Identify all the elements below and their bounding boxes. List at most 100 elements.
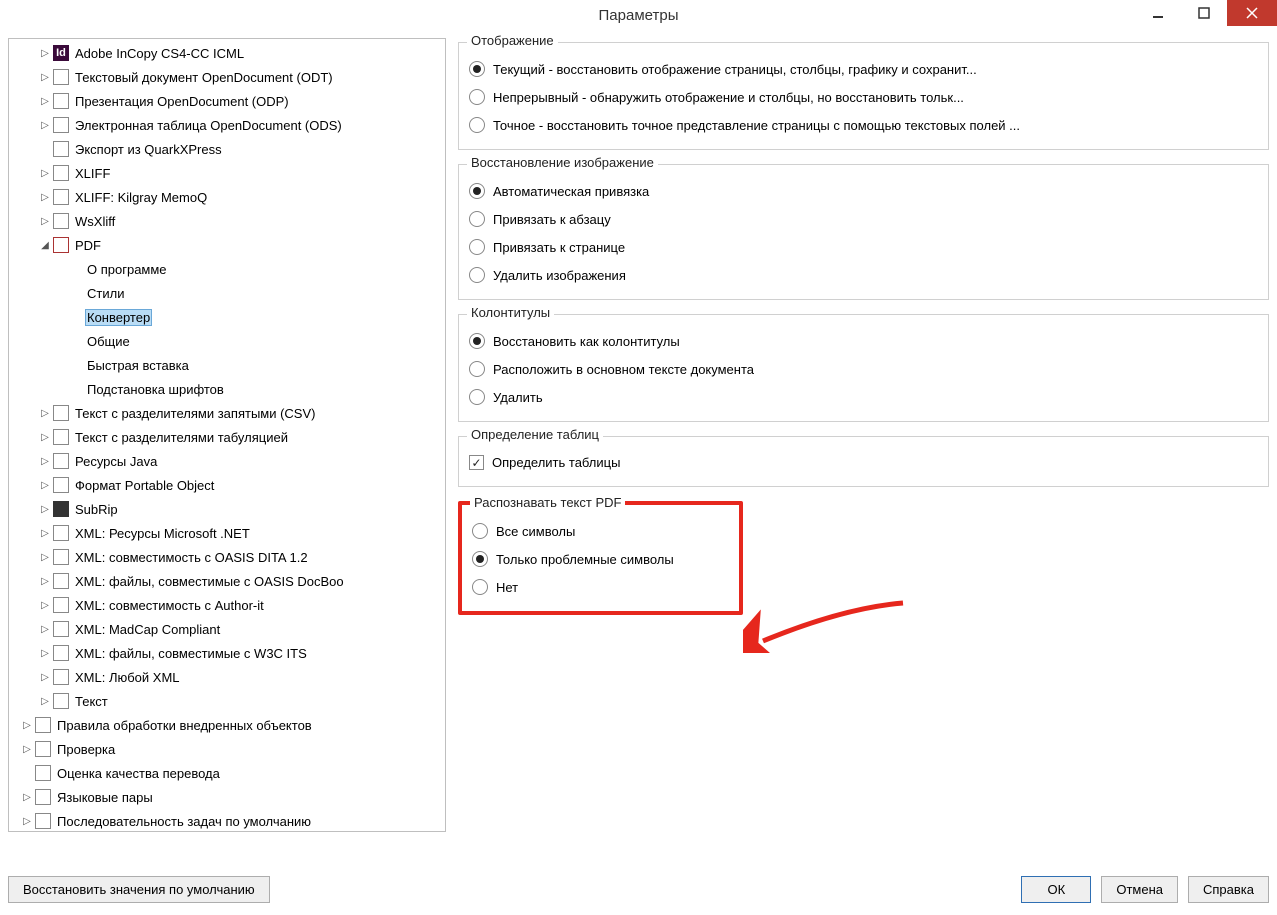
tree-item-csv[interactable]: ▷Текст с разделителями запятыми (CSV) (9, 401, 445, 425)
expander-icon: ▷ (39, 191, 51, 203)
radio-icon (469, 239, 485, 255)
tree-item-lang[interactable]: ▷Языковые пары (9, 785, 445, 809)
radio-icon (469, 333, 485, 349)
tree-item-xml-w3c[interactable]: ▷ XML: файлы, совместимые с W3C ITS (9, 641, 445, 665)
tree-item-pdf-conv[interactable]: Конвертер (9, 305, 445, 329)
tree-item-label: Оценка качества перевода (55, 765, 222, 782)
tree-item-ods[interactable]: ▷Электронная таблица OpenDocument (ODS) (9, 113, 445, 137)
tree-item-xml-madcap[interactable]: ▷XML: MadCap Compliant (9, 617, 445, 641)
radio-icon (472, 523, 488, 539)
radio-img-del[interactable]: Удалить изображения (469, 261, 1258, 289)
expander-icon: ▷ (39, 527, 51, 539)
expander-icon: ▷ (39, 551, 51, 563)
file-type-icon (53, 189, 69, 205)
maximize-button[interactable] (1181, 0, 1227, 26)
radio-disp-cont[interactable]: Непрерывный - обнаружить отображение и с… (469, 83, 1258, 111)
radio-ocr-prob[interactable]: Только проблемные символы (472, 545, 729, 573)
tree-item-pdf-styles[interactable]: Стили (9, 281, 445, 305)
radio-img-page[interactable]: Привязать к странице (469, 233, 1258, 261)
tree-item-qa[interactable]: Оценка качества перевода (9, 761, 445, 785)
file-type-icon (53, 573, 69, 589)
file-type-icon (53, 525, 69, 541)
group-images-legend: Восстановление изображение (467, 155, 658, 170)
tree-item-odp[interactable]: ▷Презентация OpenDocument (ODP) (9, 89, 445, 113)
tree-item-qxp[interactable]: Экспорт из QuarkXPress (9, 137, 445, 161)
titlebar: Параметры (0, 0, 1277, 30)
tree-item-label: XLIFF: Kilgray MemoQ (73, 189, 209, 206)
tree-item-java[interactable]: ▷Ресурсы Java (9, 449, 445, 473)
tree-item-check[interactable]: ▷Проверка (9, 737, 445, 761)
tree-item-label: XML: совместимость с Author-it (73, 597, 266, 614)
tree-item-label: Adobe InCopy CS4-CC ICML (73, 45, 246, 62)
file-type-icon (53, 69, 69, 85)
tree-item-xml-docbook[interactable]: ▷XML: файлы, совместимые с OASIS DocBoo (9, 569, 445, 593)
expander-icon: ◢ (39, 239, 51, 251)
radio-img-auto[interactable]: Автоматическая привязка (469, 177, 1258, 205)
close-button[interactable] (1227, 0, 1277, 26)
tree-item-xliff[interactable]: ▷XLIFF (9, 161, 445, 185)
radio-icon (469, 361, 485, 377)
radio-label: Только проблемные символы (496, 552, 674, 567)
tree-item-label: Презентация OpenDocument (ODP) (73, 93, 291, 110)
file-type-icon (53, 237, 69, 253)
file-type-icon (53, 597, 69, 613)
tree-item-rules[interactable]: ▷Правила обработки внедренных объектов (9, 713, 445, 737)
expander-icon: ▷ (21, 719, 33, 731)
tree-item-po[interactable]: ▷Формат Portable Object (9, 473, 445, 497)
tree-item-xml-net[interactable]: ▷XML: Ресурсы Microsoft .NET (9, 521, 445, 545)
tree-item-pdf-general[interactable]: Общие (9, 329, 445, 353)
window-controls (1135, 0, 1277, 26)
radio-disp-exact[interactable]: Точное - восстановить точное представлен… (469, 111, 1258, 139)
group-display-legend: Отображение (467, 33, 558, 48)
radio-hdr-body[interactable]: Расположить в основном тексте документа (469, 355, 1258, 383)
expander-icon: ▷ (39, 167, 51, 179)
expander-icon (71, 287, 83, 299)
file-type-icon (53, 429, 69, 445)
radio-icon (469, 267, 485, 283)
tree-item-label: Экспорт из QuarkXPress (73, 141, 224, 158)
file-type-icon (53, 165, 69, 181)
help-button[interactable]: Справка (1188, 876, 1269, 903)
expander-icon (21, 767, 33, 779)
tree-item-xml-dita[interactable]: ▷ XML: совместимость с OASIS DITA 1.2 (9, 545, 445, 569)
tree-item-label: Текстовый документ OpenDocument (ODT) (73, 69, 335, 86)
file-type-icon (53, 549, 69, 565)
tree-item-pdf-about[interactable]: О программе (9, 257, 445, 281)
tree-item-xml-any[interactable]: ▷XML: Любой XML (9, 665, 445, 689)
group-tables-legend: Определение таблиц (467, 427, 603, 442)
tree-item-odt[interactable]: ▷Текстовый документ OpenDocument (ODT) (9, 65, 445, 89)
tree-item-label: Стили (85, 285, 126, 302)
expander-icon: ▷ (39, 647, 51, 659)
cancel-button[interactable]: Отмена (1101, 876, 1178, 903)
radio-hdr-restore[interactable]: Восстановить как колонтитулы (469, 327, 1258, 355)
tree-item-tsv[interactable]: ▷Текст с разделителями табуляцией (9, 425, 445, 449)
tree-item-label: XML: файлы, совместимые с W3C ITS (73, 645, 309, 662)
tree-item-subrip[interactable]: ▷SubRip (9, 497, 445, 521)
file-type-icon (35, 789, 51, 805)
ok-button[interactable]: ОК (1021, 876, 1091, 903)
check-detect-tables[interactable]: ✓ Определить таблицы (469, 449, 1258, 476)
tree-scroll[interactable]: ▷IdAdobe InCopy CS4-CC ICML▷Текстовый до… (9, 39, 445, 831)
expander-icon (71, 335, 83, 347)
radio-img-para[interactable]: Привязать к абзацу (469, 205, 1258, 233)
tree-item-memoq[interactable]: ▷ XLIFF: Kilgray MemoQ (9, 185, 445, 209)
tree-item-pdf-fonts[interactable]: Подстановка шрифтов (9, 377, 445, 401)
radio-hdr-del[interactable]: Удалить (469, 383, 1258, 411)
radio-disp-cur[interactable]: Текущий - восстановить отображение стран… (469, 55, 1258, 83)
tree-item-wsxliff[interactable]: ▷WsXliff (9, 209, 445, 233)
tree-item-xml-authorit[interactable]: ▷XML: совместимость с Author-it (9, 593, 445, 617)
radio-label: Непрерывный - обнаружить отображение и с… (493, 90, 964, 105)
tree-item-pdf[interactable]: ◢PDF (9, 233, 445, 257)
tree-item-label: Текст с разделителями табуляцией (73, 429, 290, 446)
minimize-button[interactable] (1135, 0, 1181, 26)
tree-item-pdf-quick[interactable]: Быстрая вставка (9, 353, 445, 377)
file-type-icon (35, 717, 51, 733)
tree-item-text[interactable]: ▷Текст (9, 689, 445, 713)
radio-ocr-no[interactable]: Нет (472, 573, 729, 601)
tree-item-seq[interactable]: ▷Последовательность задач по умолчанию (9, 809, 445, 831)
radio-icon (469, 183, 485, 199)
tree-item-icml[interactable]: ▷IdAdobe InCopy CS4-CC ICML (9, 41, 445, 65)
radio-ocr-all[interactable]: Все символы (472, 517, 729, 545)
tree-item-label: XML: совместимость с OASIS DITA 1.2 (73, 549, 310, 566)
reset-defaults-button[interactable]: Восстановить значения по умолчанию (8, 876, 270, 903)
